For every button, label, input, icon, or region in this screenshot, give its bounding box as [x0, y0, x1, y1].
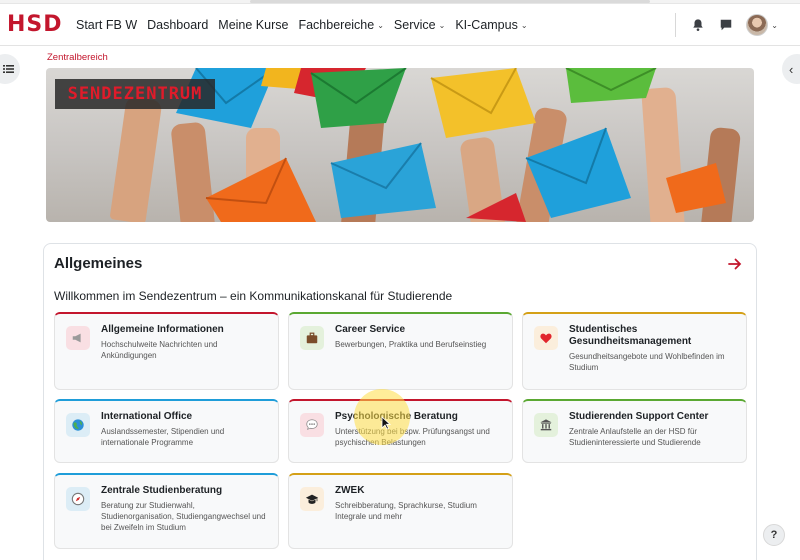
nav-meine-kurse[interactable]: Meine Kurse	[218, 18, 288, 32]
mouse-cursor-icon	[381, 416, 391, 430]
bell-icon[interactable]	[686, 13, 710, 37]
nav-dashboard[interactable]: Dashboard	[147, 18, 208, 32]
scroll-indicator	[250, 0, 650, 3]
user-navigation: ⌄	[675, 4, 778, 46]
breadcrumb[interactable]: Zentralbereich	[47, 52, 108, 63]
chevron-left-icon: ‹	[789, 61, 794, 77]
tile-description: Zentrale Anlaufstelle an der HSD für Stu…	[569, 427, 701, 447]
nav-service[interactable]: Service ⌄	[394, 18, 445, 32]
list-icon	[3, 65, 14, 73]
tile-title: Studentisches Gesundheitsmanagement	[569, 324, 692, 347]
arrow-right-icon[interactable]	[726, 255, 744, 273]
tile-support-center[interactable]: Studierenden Support Center Zentrale Anl…	[522, 399, 747, 463]
tile-allgemeine-informationen[interactable]: Allgemeine Informationen Hochschulweite …	[54, 312, 279, 390]
building-icon	[534, 413, 558, 437]
avatar[interactable]	[746, 14, 769, 36]
divider	[675, 13, 677, 37]
top-navbar: HSD Start FB W Dashboard Meine Kurse Fac…	[0, 4, 800, 46]
tile-international-office[interactable]: International Office Auslandssemester, S…	[54, 399, 279, 463]
graduation-cap-icon	[300, 487, 324, 511]
chevron-down-icon: ⌄	[520, 20, 528, 30]
primary-navigation: Start FB W Dashboard Meine Kurse Fachber…	[76, 4, 538, 46]
chat-icon[interactable]	[714, 13, 738, 37]
heart-icon	[534, 326, 558, 350]
tile-zwek[interactable]: ZWEK Schreibberatung, Sprachkurse, Studi…	[288, 473, 513, 549]
tile-description: Schreibberatung, Sprachkurse, Studium In…	[335, 501, 477, 521]
megaphone-icon	[66, 326, 90, 350]
tile-zentrale-studienberatung[interactable]: Zentrale Studienberatung Beratung zur St…	[54, 473, 279, 549]
tile-description: Hochschulweite Nachrichten und Ankündigu…	[101, 340, 218, 360]
speech-bubble-icon	[300, 413, 324, 437]
tile-description: Bewerbungen, Praktika und Berufseinstieg	[335, 340, 487, 349]
tile-title: International Office	[101, 411, 193, 422]
tile-title: Allgemeine Informationen	[101, 324, 224, 335]
tile-description: Gesundheitsangebote und Wohlbefinden im …	[569, 352, 725, 372]
block-drawer-toggle[interactable]: ‹	[782, 54, 800, 84]
chevron-down-icon[interactable]: ⌄	[771, 21, 778, 30]
tile-career-service[interactable]: Career Service Bewerbungen, Praktika und…	[288, 312, 513, 390]
course-index-toggle[interactable]	[0, 54, 20, 84]
tile-title: ZWEK	[335, 485, 365, 496]
section-title: Allgemeines	[54, 255, 143, 272]
briefcase-icon	[300, 326, 324, 350]
nav-fachbereiche[interactable]: Fachbereiche ⌄	[298, 18, 383, 32]
nav-start-fb-w[interactable]: Start FB W	[76, 18, 137, 32]
tile-description: Auslandssemester, Stipendien und interna…	[101, 427, 225, 447]
globe-icon	[66, 413, 90, 437]
tile-description: Beratung zur Studienwahl, Studienorganis…	[101, 501, 266, 532]
help-button[interactable]: ?	[763, 524, 785, 546]
tile-title: Career Service	[335, 324, 406, 335]
nav-ki-campus[interactable]: KI-Campus ⌄	[455, 18, 527, 32]
section-summary: Willkommen im Sendezentrum – ein Kommuni…	[54, 289, 453, 303]
chevron-down-icon: ⌄	[377, 20, 384, 30]
course-banner-image: SENDEZENTRUM	[46, 68, 754, 222]
banner-title: SENDEZENTRUM	[55, 79, 215, 109]
tile-gesundheitsmanagement[interactable]: Studentisches Gesundheitsmanagement Gesu…	[522, 312, 747, 390]
chevron-down-icon: ⌄	[438, 20, 446, 30]
hsd-logo[interactable]: HSD	[7, 11, 63, 37]
tile-title: Studierenden Support Center	[569, 411, 709, 422]
tile-title: Zentrale Studienberatung	[101, 485, 223, 496]
compass-icon	[66, 487, 90, 511]
